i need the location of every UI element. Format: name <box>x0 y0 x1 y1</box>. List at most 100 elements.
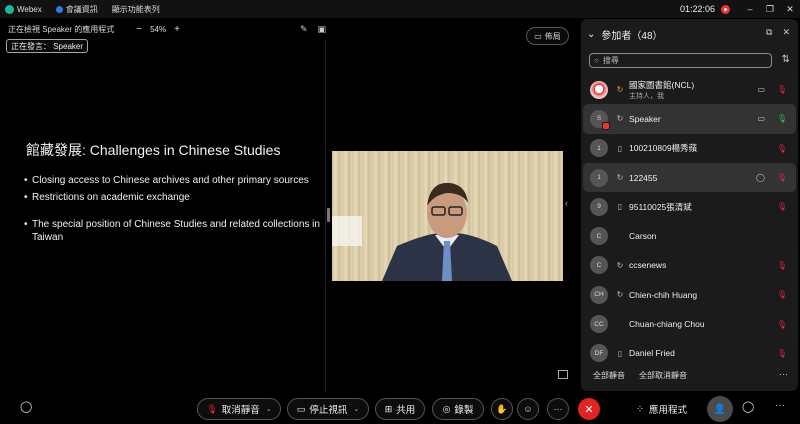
participant-name: Chuan-chiang Chou <box>629 319 705 330</box>
participants-button[interactable]: 👤 <box>707 396 733 422</box>
popout-icon[interactable]: ▣ <box>317 24 326 35</box>
mic-muted-icon: 🎙 <box>206 403 218 414</box>
mic-muted-icon[interactable]: 🎙 <box>777 320 787 329</box>
participant-row[interactable]: S ↻ Speaker ▭ 🎙 <box>583 104 796 134</box>
search-placeholder: 搜尋 <box>602 56 619 65</box>
avatar: S <box>590 109 610 130</box>
stop-video-label: 停止視訊 <box>309 405 348 416</box>
avatar: C <box>590 227 608 246</box>
participant-name: 95110025張清斌 <box>629 201 692 212</box>
share-button[interactable]: ⊞ 共用 <box>375 398 425 420</box>
participant-row[interactable]: DF ▯ Daniel Fried 🎙 <box>583 339 796 368</box>
audio-sync-icon: ↻ <box>616 173 624 183</box>
participant-row[interactable]: 1 ▯ 100210809楊秀蘋 🎙 <box>583 134 796 163</box>
unmute-button[interactable]: 🎙 取消靜音 ⌄ <box>197 398 281 420</box>
reactions-button[interactable]: ☺ <box>517 398 539 420</box>
zoom-in-button[interactable]: + <box>174 24 180 35</box>
participant-row[interactable]: CC Chuan-chiang Chou 🎙 <box>583 309 796 338</box>
participant-name: 122455 <box>629 172 658 183</box>
record-button[interactable]: ◎ 錄製 <box>432 398 484 420</box>
avatar: DF <box>590 344 608 363</box>
participant-row[interactable]: C ↻ ccsenews 🎙 <box>583 251 796 280</box>
shared-slide: 館藏發展: Challenges in Chinese Studies Clos… <box>0 40 326 392</box>
annotate-icon[interactable]: ✎ <box>300 24 308 35</box>
popout-panel-icon[interactable]: ⧉ <box>766 27 772 38</box>
ai-assistant-icon[interactable]: ◯ <box>20 400 32 413</box>
show-menu-bar-button[interactable]: 顯示功能表列 <box>112 4 160 15</box>
app-name: Webex <box>17 4 42 14</box>
participant-name: Daniel Fried <box>629 348 675 359</box>
close-window-button[interactable]: ✕ <box>780 4 800 15</box>
search-icon: ○ <box>594 56 599 65</box>
close-panel-icon[interactable]: ✕ <box>782 27 790 38</box>
restore-button[interactable]: ❐ <box>760 4 780 15</box>
meeting-info-button[interactable]: 會議資訊 <box>55 4 98 15</box>
apps-icon: ⁘ <box>636 403 644 415</box>
avatar: 9 <box>590 197 608 216</box>
collapse-panel-icon[interactable]: ‹ <box>565 198 568 208</box>
share-label: 共用 <box>396 405 416 416</box>
apps-label: 應用程式 <box>648 405 687 416</box>
mic-muted-icon[interactable]: 🎙 <box>777 144 787 153</box>
participant-row[interactable]: C Carson <box>583 221 796 250</box>
stop-video-button[interactable]: ▭ 停止視訊 ⌄ <box>287 398 369 420</box>
avatar: CH <box>590 285 608 304</box>
participant-row[interactable]: ↻ 國家圖書館(NCL) 主持人，我 ▭ 🎙 <box>583 75 796 104</box>
participants-icon: 👤 <box>713 403 727 415</box>
minimize-button[interactable]: – <box>740 4 760 14</box>
mic-muted-icon[interactable]: 🎙 <box>777 261 787 270</box>
chevron-down-icon[interactable]: ⌄ <box>353 405 359 413</box>
participant-name: 國家圖書館(NCL) <box>629 80 695 90</box>
mic-muted-icon[interactable]: 🎙 <box>777 173 787 182</box>
participants-panel: ⌄ 參加者（48） ⧉ ✕ ○ 搜尋 ⇅ ↻ 國家圖書館(NCL) 主持人，我 … <box>581 19 798 391</box>
apps-button[interactable]: ⁘ 應用程式 <box>636 398 687 420</box>
unmute-label: 取消靜音 <box>221 405 260 416</box>
slide-bullet: The special position of Chinese Studies … <box>24 218 324 244</box>
webex-logo-icon <box>5 4 14 14</box>
layout-button[interactable]: ▭ 佈局 <box>526 27 569 45</box>
slide-title: 館藏發展: Challenges in Chinese Studies <box>26 142 281 158</box>
mic-muted-icon[interactable]: 🎙 <box>777 349 787 358</box>
avatar: C <box>590 256 608 275</box>
participant-name: Chien-chih Huang <box>629 289 698 300</box>
mic-muted-icon[interactable]: 🎙 <box>777 290 787 299</box>
sort-icon[interactable]: ⇅ <box>782 54 790 65</box>
unmute-all-button[interactable]: 全部取消靜音 <box>639 370 687 381</box>
avatar: 1 <box>590 139 608 158</box>
collapse-chevron-icon[interactable]: ⌄ <box>587 29 595 40</box>
panel-more-button[interactable]: ··· <box>779 369 788 379</box>
raise-hand-button[interactable]: ✋ <box>491 398 513 420</box>
participant-row[interactable]: CH ↻ Chien-chih Huang 🎙 <box>583 280 796 309</box>
participant-name: Carson <box>629 231 657 242</box>
avatar <box>590 80 608 99</box>
info-icon <box>55 5 63 13</box>
meeting-timer: 01:22:06 <box>679 4 715 14</box>
resize-handle[interactable] <box>327 208 330 222</box>
mic-muted-icon[interactable]: 🎙 <box>777 85 787 94</box>
more-panels-button[interactable]: ··· <box>775 400 785 411</box>
mic-muted-icon[interactable]: 🎙 <box>777 202 787 211</box>
active-speaker-label: 正在發言： Speaker <box>6 39 89 53</box>
leave-meeting-button[interactable]: ✕ <box>578 398 600 420</box>
participant-role: 主持人，我 <box>629 93 664 100</box>
chat-button[interactable]: ◯ <box>742 400 754 413</box>
participant-search-input[interactable]: ○ 搜尋 <box>589 53 772 68</box>
chevron-down-icon[interactable]: ⌄ <box>266 405 272 413</box>
zoom-out-button[interactable]: − <box>136 24 142 35</box>
participant-row[interactable]: 1 ↻ 122455 ◯ 🎙 <box>583 162 796 193</box>
participant-name: ccsenews <box>629 260 667 271</box>
camera-icon: ▭ <box>757 85 765 95</box>
avatar-initials: S <box>596 115 602 123</box>
mute-all-button[interactable]: 全部靜音 <box>593 370 625 381</box>
title-bar: Webex 會議資訊 顯示功能表列 01:22:06 – ❐ ✕ <box>0 0 800 18</box>
participant-list: ↻ 國家圖書館(NCL) 主持人，我 ▭ 🎙 S ↻ Speaker ▭ 🎙 1… <box>583 75 796 368</box>
mic-on-icon[interactable]: 🎙 <box>777 114 787 123</box>
meeting-stage: 正在檢視 Speaker 的應用程式 − 54% + ✎ ▣ 館藏發展: Cha… <box>0 18 580 392</box>
avatar: CC <box>590 315 608 334</box>
more-options-button[interactable]: ··· <box>547 398 569 420</box>
participant-row[interactable]: 9 ▯ 95110025張清斌 🎙 <box>583 192 796 221</box>
participants-header: ⌄ 參加者（48） <box>587 27 663 42</box>
audio-sync-icon: ↻ <box>616 290 624 300</box>
chat-icon[interactable]: ◯ <box>756 173 765 182</box>
fullscreen-icon[interactable] <box>558 370 568 379</box>
